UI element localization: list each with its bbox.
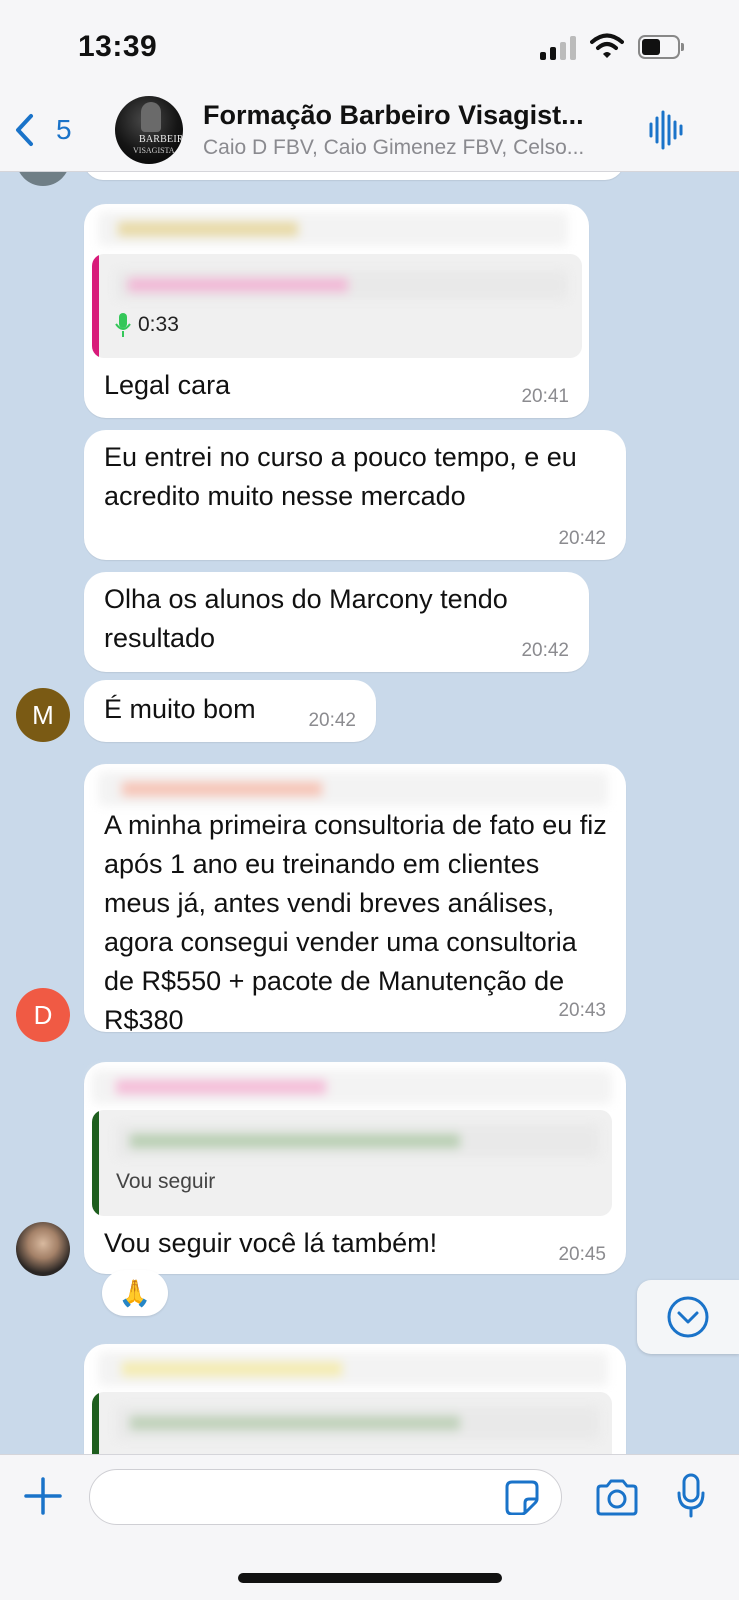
sender-name-blurred <box>98 212 568 246</box>
quoted-text: Vou seguir <box>116 1170 216 1193</box>
group-members[interactable]: Caio D FBV, Caio Gimenez FBV, Celso... <box>203 136 623 160</box>
message-time: 20:42 <box>521 640 569 661</box>
message-text: Olha os alunos do Marcony tendo resultad… <box>104 584 508 653</box>
unread-count: 5 <box>56 114 72 145</box>
praying-hands-emoji: 🙏 <box>118 1277 152 1308</box>
message-time: 20:41 <box>521 386 569 407</box>
avatar-photo[interactable] <box>16 1222 70 1276</box>
battery-icon <box>638 35 684 59</box>
message-time: 20:42 <box>308 710 356 731</box>
mic-icon <box>115 313 131 337</box>
voice-duration: 0:33 <box>138 313 179 336</box>
avatar-d[interactable]: D <box>16 988 70 1042</box>
sticker-icon[interactable] <box>504 1479 540 1515</box>
status-time: 13:39 <box>78 30 158 63</box>
chat-area[interactable]: 0:33 Legal cara 20:41 Eu entrei no curso… <box>0 172 739 1454</box>
message-bubble[interactable]: 0:33 Legal cara 20:41 <box>84 204 589 418</box>
message-bubble[interactable]: Vou seguir Vou seguir você lá também! 20… <box>84 1062 626 1274</box>
quoted-message[interactable]: Vou seguir <box>92 1110 612 1216</box>
group-avatar-text-2: VISAGISTA <box>133 146 175 155</box>
group-name[interactable]: Formação Barbeiro Visagist... <box>203 100 623 131</box>
sound-wave-icon[interactable] <box>648 110 684 150</box>
message-bubble-partial <box>84 172 624 180</box>
group-avatar[interactable]: BARBEIRO VISAGISTA <box>115 96 183 164</box>
message-bubble[interactable]: Olha os alunos do Marcony tendo resultad… <box>84 572 589 672</box>
message-bubble[interactable]: É muito bom 20:42 <box>84 680 376 742</box>
wifi-icon <box>590 33 624 58</box>
reaction-badge[interactable]: 🙏 <box>102 1270 168 1316</box>
message-text: Vou seguir você lá também! <box>104 1228 438 1258</box>
top-bar: 13:39 5 BARBEIRO VISAGISTA Formação Barb… <box>0 0 739 172</box>
message-text: A minha primeira consultoria de fato eu … <box>104 810 607 1035</box>
plus-icon[interactable] <box>22 1475 64 1517</box>
cellular-signal-icon <box>540 36 578 60</box>
message-text: Eu entrei no curso a pouco tempo, e eu a… <box>104 442 577 511</box>
avatar-m[interactable]: M <box>16 688 70 742</box>
group-avatar-text-1: BARBEIRO <box>139 134 183 145</box>
message-bubble[interactable]: A minha primeira consultoria de fato eu … <box>84 764 626 1035</box>
sender-name-blurred <box>98 772 608 806</box>
message-time: 20:43 <box>558 1000 606 1021</box>
message-text: Legal cara <box>104 370 231 400</box>
message-bubble-partial[interactable] <box>84 1344 626 1454</box>
back-button[interactable]: 5 <box>14 108 72 152</box>
message-input[interactable] <box>89 1469 562 1525</box>
message-bubble[interactable]: Eu entrei no curso a pouco tempo, e eu a… <box>84 430 626 560</box>
sender-name-blurred <box>92 1070 612 1104</box>
avatar-partial <box>16 172 70 186</box>
composer-bar <box>0 1454 739 1600</box>
quoted-voice-message[interactable]: 0:33 <box>92 254 582 358</box>
chevron-down-icon <box>667 1296 709 1338</box>
message-time: 20:45 <box>558 1244 606 1265</box>
camera-icon[interactable] <box>594 1477 640 1517</box>
home-indicator <box>238 1573 502 1583</box>
scroll-down-button[interactable] <box>637 1280 739 1354</box>
message-text: É muito bom <box>104 694 256 724</box>
back-chevron-icon <box>16 114 33 146</box>
microphone-icon[interactable] <box>676 1473 706 1519</box>
message-time: 20:42 <box>558 528 606 549</box>
